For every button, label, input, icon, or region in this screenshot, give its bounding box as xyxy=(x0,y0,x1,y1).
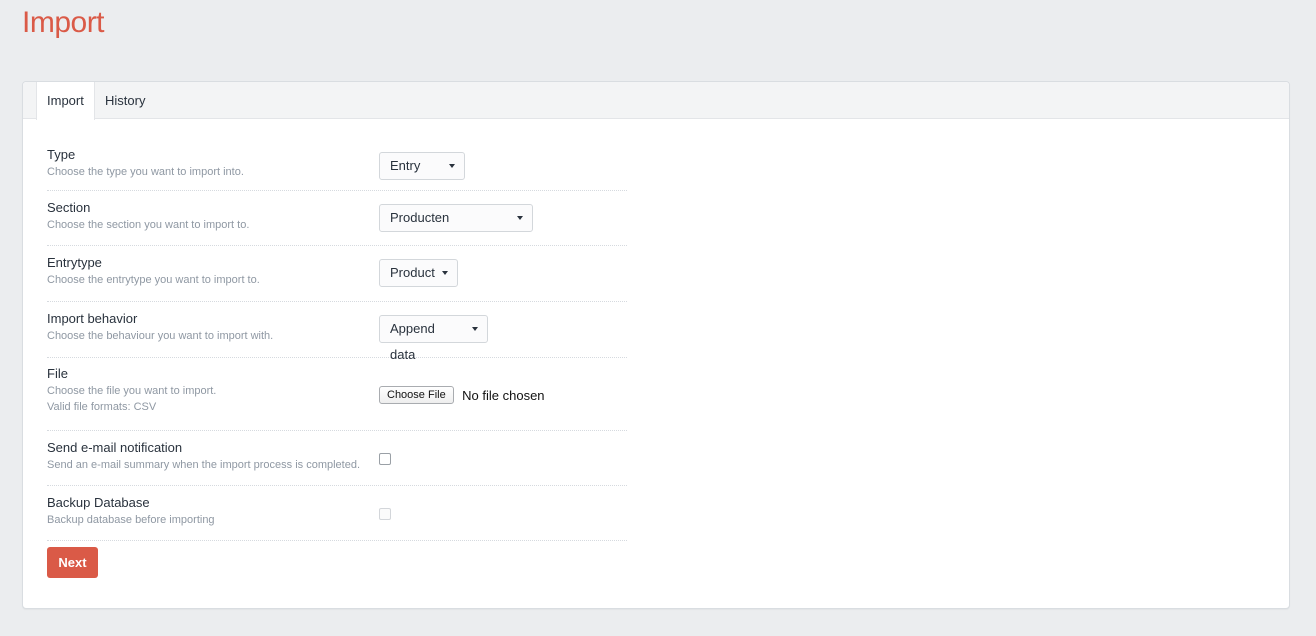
field-instructions: Send an e-mail summary when the import p… xyxy=(47,459,361,471)
backup-database-checkbox[interactable] xyxy=(379,508,391,520)
section-select[interactable]: Producten xyxy=(379,204,533,232)
behavior-select[interactable]: Append data xyxy=(379,315,488,362)
field-instructions: Choose the behaviour you want to import … xyxy=(47,330,274,342)
field-label: Entrytype xyxy=(47,255,102,270)
field-email-notification: Send e-mail notification Send an e-mail … xyxy=(47,431,627,486)
field-label: Import behavior xyxy=(47,311,138,326)
field-label: Section xyxy=(47,200,91,215)
field-type: Type Choose the type you want to import … xyxy=(47,136,627,191)
file-formats-note: Valid file formats: CSV xyxy=(47,401,157,413)
entrytype-select-value: Product xyxy=(390,265,435,280)
next-button[interactable]: Next xyxy=(47,547,98,578)
field-instructions: Choose the type you want to import into. xyxy=(47,166,244,178)
caret-down-icon xyxy=(442,271,448,275)
field-instructions: Choose the entrytype you want to import … xyxy=(47,274,260,286)
field-file: File Choose the file you want to import.… xyxy=(47,358,627,431)
caret-down-icon xyxy=(517,216,523,220)
entrytype-select[interactable]: Product xyxy=(379,259,458,287)
page-title: Import xyxy=(22,6,105,39)
file-status: No file chosen xyxy=(462,387,545,403)
type-select[interactable]: Entry xyxy=(379,152,465,180)
email-notification-checkbox[interactable] xyxy=(379,453,391,465)
tab-bar: Import History xyxy=(23,82,1289,120)
field-label: File xyxy=(47,366,68,381)
tab-history[interactable]: History xyxy=(95,82,155,119)
caret-down-icon xyxy=(449,164,455,168)
type-select-value: Entry xyxy=(390,158,421,173)
field-instructions: Choose the file you want to import. xyxy=(47,385,217,397)
tab-import[interactable]: Import xyxy=(36,82,95,120)
field-label: Send e-mail notification xyxy=(47,440,183,455)
field-entrytype: Entrytype Choose the entrytype you want … xyxy=(47,246,627,302)
field-label: Backup Database xyxy=(47,495,150,510)
field-backup-database: Backup Database Backup database before i… xyxy=(47,486,627,541)
import-pane: Import History Type Choose the type you … xyxy=(22,81,1290,609)
import-form: Type Choose the type you want to import … xyxy=(47,136,627,541)
field-instructions: Backup database before importing xyxy=(47,514,215,526)
field-instructions: Choose the section you want to import to… xyxy=(47,219,250,231)
field-import-behavior: Import behavior Choose the behaviour you… xyxy=(47,302,627,362)
field-section: Section Choose the section you want to i… xyxy=(47,191,627,246)
caret-down-icon xyxy=(472,327,478,331)
behavior-select-value: Append data xyxy=(390,321,435,362)
field-label: Type xyxy=(47,147,76,162)
choose-file-button[interactable]: Choose File xyxy=(379,386,454,404)
section-select-value: Producten xyxy=(390,210,450,225)
